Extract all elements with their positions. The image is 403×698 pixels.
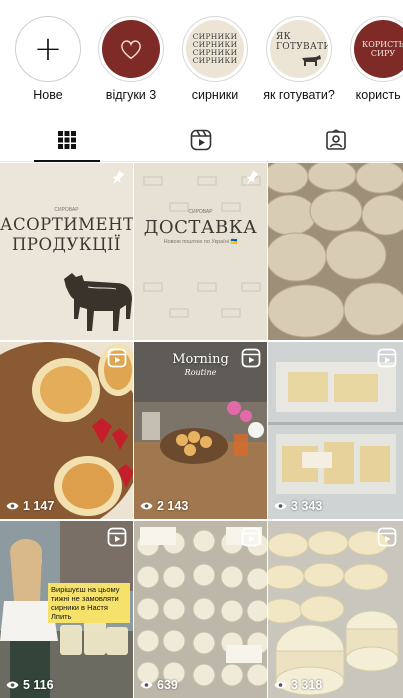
eye-icon — [6, 681, 19, 689]
story-highlights: + Нове відгуки 3 СИРНИКИ СИРНИКИ СИРНИКИ… — [0, 0, 403, 112]
reel-badge-icon — [107, 527, 127, 547]
packed-cheese-photo — [134, 521, 267, 698]
tab-reels[interactable] — [134, 118, 268, 161]
highlight-syrnyky[interactable]: СИРНИКИ СИРНИКИ СИРНИКИ СИРНИКИ сирники — [175, 16, 255, 102]
view-count: 639 — [140, 678, 178, 692]
heart-icon — [121, 40, 141, 60]
post-thumbnail[interactable] — [268, 163, 403, 340]
highlight-label: сирники — [191, 88, 239, 102]
cheese-photo — [268, 163, 403, 340]
highlight-label: відгуки 3 — [105, 88, 157, 102]
post-thumbnail[interactable]: СИРОВАР ДОСТАВКА Новою поштою по Україні… — [134, 163, 267, 340]
reels-icon — [191, 129, 212, 150]
tab-tagged[interactable] — [269, 118, 403, 161]
cow-icon — [302, 55, 321, 66]
view-count: 1 147 — [6, 499, 54, 513]
pin-icon — [112, 170, 125, 186]
syrnyky-photo — [0, 342, 133, 519]
highlight-label: як готувати? — [263, 88, 335, 102]
reel-badge-icon — [241, 348, 261, 368]
tagged-icon — [326, 128, 346, 150]
profile-tabs — [0, 118, 403, 162]
highlight-cover: КОРИСТЬ СИРУ — [354, 20, 403, 78]
post-thumbnail[interactable]: Morning Routine 2 143 — [134, 342, 267, 519]
post-title: ДОСТАВКА — [143, 217, 258, 238]
view-count: 3 343 — [274, 499, 322, 513]
post-title: ПРОДУКЦІЇ — [11, 235, 122, 254]
highlight-reviews[interactable]: відгуки 3 — [91, 16, 171, 102]
highlight-new[interactable]: + Нове — [8, 16, 88, 102]
reel-badge-icon — [107, 348, 127, 368]
cow-pattern — [143, 176, 261, 318]
view-count: 5 116 — [6, 678, 54, 692]
highlight-cover: ЯК ГОТУВАТИ? — [270, 20, 328, 78]
reel-badge-icon — [241, 527, 261, 547]
cow-illustration — [64, 273, 132, 331]
post-thumbnail[interactable]: 1 147 — [0, 342, 133, 519]
grid-icon — [58, 130, 77, 149]
post-thumbnail[interactable]: 3 343 — [268, 342, 403, 519]
reel-badge-icon — [377, 527, 397, 547]
tab-posts[interactable] — [0, 118, 134, 162]
eye-icon — [274, 681, 287, 689]
eye-icon — [140, 681, 153, 689]
eye-icon — [274, 502, 287, 510]
view-count: 3 318 — [274, 678, 322, 692]
fridge-photo — [268, 342, 403, 519]
plus-icon: + — [33, 29, 63, 69]
highlight-label: користь с — [355, 88, 403, 102]
highlight-benefits[interactable]: КОРИСТЬ СИРУ користь с — [343, 16, 403, 102]
post-title: АСОРТИМЕНТ — [0, 215, 133, 234]
pin-icon — [246, 170, 259, 186]
cheese-wheels-photo — [268, 521, 403, 698]
post-thumbnail[interactable]: Вирішуєш на цьому тижні не замовляти сир… — [0, 521, 133, 698]
post-thumbnail[interactable]: 3 318 — [268, 521, 403, 698]
post-thumbnail[interactable]: 639 — [134, 521, 267, 698]
post-thumbnail[interactable]: СИРОВАР АСОРТИМЕНТ ПРОДУКЦІЇ — [0, 163, 133, 340]
view-count: 2 143 — [140, 499, 188, 513]
highlight-how-to-cook[interactable]: ЯК ГОТУВАТИ? як готувати? — [259, 16, 339, 102]
highlight-cover — [102, 20, 160, 78]
highlight-label: Нове — [33, 88, 63, 102]
posts-grid: СИРОВАР АСОРТИМЕНТ ПРОДУКЦІЇ СИРОВАР ДОС… — [0, 163, 403, 698]
highlight-cover: СИРНИКИ СИРНИКИ СИРНИКИ СИРНИКИ — [186, 20, 244, 78]
reel-badge-icon — [377, 348, 397, 368]
eye-icon — [6, 502, 19, 510]
eye-icon — [140, 502, 153, 510]
post-caption-overlay: Вирішуєш на цьому тижні не замовляти сир… — [48, 583, 130, 623]
